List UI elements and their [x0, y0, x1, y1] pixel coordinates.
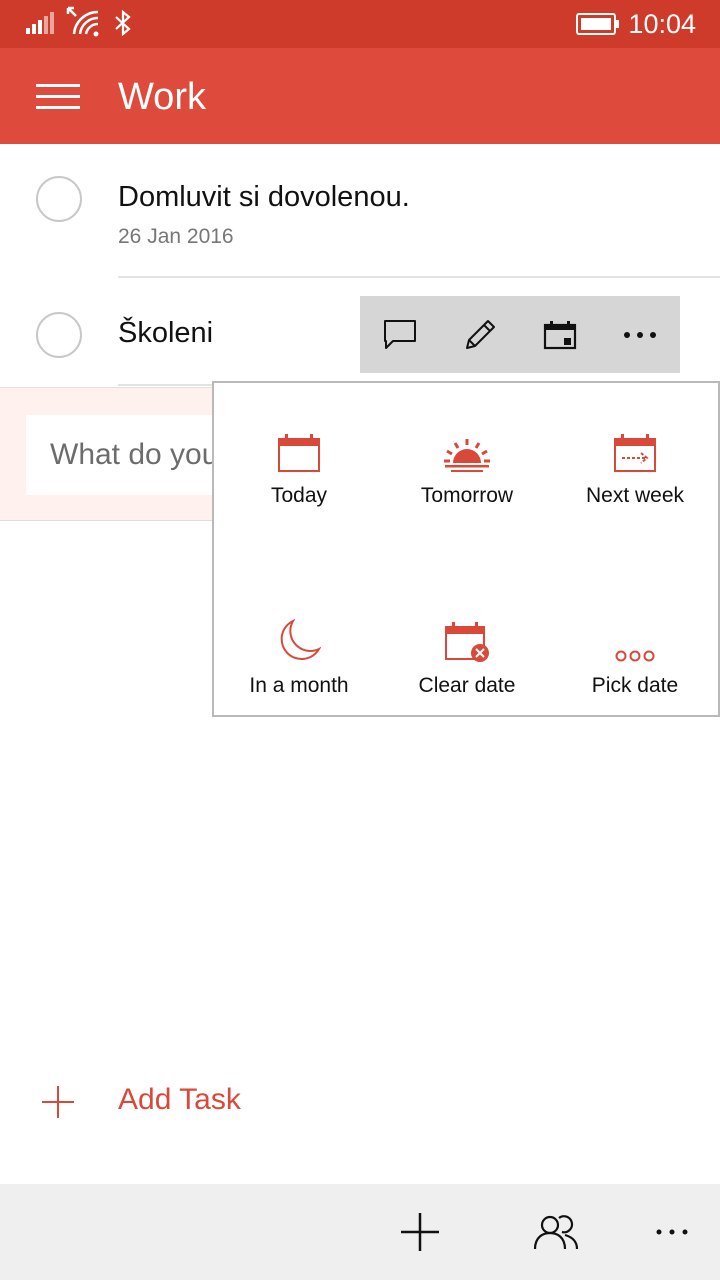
- date-option-label: Pick date: [591, 674, 679, 697]
- more-options-button[interactable]: [632, 1184, 712, 1280]
- date-option-tomorrow[interactable]: Tomorrow: [383, 413, 551, 563]
- date-option-pick-date[interactable]: Pick date: [551, 603, 719, 753]
- task-item[interactable]: Domluvit si dovolenou. 26 Jan 2016: [0, 144, 720, 278]
- task-checkbox[interactable]: [36, 312, 82, 358]
- due-date-flyout: Today Tomorrow Next week In a month Clea…: [212, 381, 720, 717]
- task-due-date: 26 Jan 2016: [118, 225, 234, 248]
- new-list-button[interactable]: [380, 1184, 460, 1280]
- calendar-icon: [278, 434, 320, 472]
- ellipsis-icon: [656, 1229, 688, 1235]
- task-checkbox[interactable]: [36, 176, 82, 222]
- battery-icon: [576, 13, 619, 35]
- bluetooth-icon: [115, 10, 131, 36]
- ellipsis-circles-icon: [615, 650, 655, 662]
- signal-icon: [26, 12, 54, 34]
- plus-icon: [401, 1213, 439, 1251]
- calendar-clear-icon: [445, 622, 489, 662]
- note-button[interactable]: [360, 296, 440, 373]
- people-icon: [533, 1215, 579, 1250]
- app-header: Work: [0, 48, 720, 144]
- date-option-label: In a month: [249, 674, 349, 697]
- task-action-toolbar: [360, 296, 680, 373]
- plus-icon: [42, 1086, 74, 1118]
- calendar-icon: [543, 320, 577, 349]
- app-bar: [0, 1184, 720, 1280]
- calendar-arrow-icon: [614, 434, 656, 472]
- moon-icon: [280, 619, 321, 661]
- date-option-label: Clear date: [418, 674, 516, 697]
- clock: 10:04: [628, 9, 696, 39]
- date-option-in-a-month[interactable]: In a month: [215, 603, 383, 753]
- edit-button[interactable]: [440, 296, 520, 373]
- comment-icon: [384, 319, 416, 349]
- status-bar: 10:04: [0, 0, 720, 48]
- sunrise-icon: [444, 439, 490, 472]
- date-option-next-week[interactable]: Next week: [551, 413, 719, 563]
- add-task-label: Add Task: [118, 1083, 241, 1116]
- date-option-label: Today: [270, 484, 328, 507]
- more-actions-button[interactable]: [600, 296, 680, 373]
- date-option-label: Next week: [585, 484, 685, 507]
- hamburger-menu-icon[interactable]: [36, 84, 80, 110]
- task-title: Domluvit si dovolenou.: [118, 181, 410, 213]
- date-option-today[interactable]: Today: [215, 413, 383, 563]
- date-option-clear-date[interactable]: Clear date: [383, 603, 551, 753]
- due-date-button[interactable]: [520, 296, 600, 373]
- task-title: Školeni: [118, 317, 214, 349]
- ellipsis-icon: [624, 331, 656, 338]
- share-list-button[interactable]: [516, 1184, 596, 1280]
- wifi-icon: [66, 6, 99, 37]
- pencil-icon: [466, 319, 495, 349]
- list-title: Work: [118, 76, 206, 118]
- add-task-button[interactable]: Add Task: [0, 1070, 720, 1134]
- date-option-label: Tomorrow: [420, 484, 514, 507]
